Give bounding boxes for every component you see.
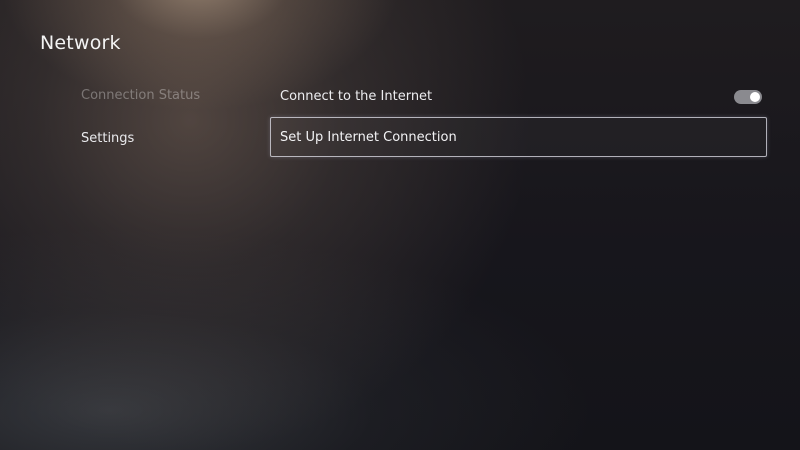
setup-internet-connection-label: Set Up Internet Connection: [280, 130, 457, 145]
setup-internet-connection-button[interactable]: Set Up Internet Connection: [270, 117, 767, 157]
page-title: Network: [40, 32, 121, 54]
toggle-knob: [750, 92, 760, 102]
connect-internet-row[interactable]: Connect to the Internet: [280, 88, 762, 108]
connect-internet-toggle[interactable]: [734, 90, 762, 104]
sidebar-item-settings[interactable]: Settings: [81, 131, 134, 146]
sidebar-item-connection-status[interactable]: Connection Status: [81, 88, 200, 103]
connect-internet-label: Connect to the Internet: [280, 89, 433, 104]
